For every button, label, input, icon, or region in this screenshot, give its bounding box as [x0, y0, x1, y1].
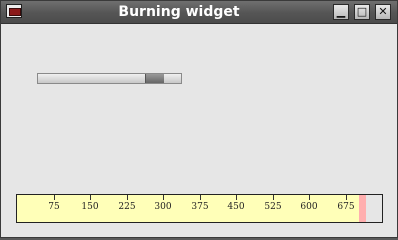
- window-content: 75 150 225 300 375 450 525 600 675: [4, 24, 394, 234]
- window-title: Burning widget: [118, 4, 240, 20]
- close-button[interactable]: ✕: [375, 4, 391, 20]
- minimize-icon: ▁: [336, 5, 346, 18]
- tick-label: 75: [48, 202, 60, 212]
- tick-mark: [309, 195, 310, 200]
- burn-empty-region: [366, 195, 382, 222]
- tick-label: 525: [264, 202, 282, 212]
- tick-label: 150: [81, 202, 99, 212]
- burning-widget: 75 150 225 300 375 450 525 600 675: [16, 194, 383, 223]
- tick-mark: [163, 195, 164, 200]
- maximize-icon: □: [356, 5, 368, 18]
- tick-label: 225: [118, 202, 136, 212]
- minimize-button[interactable]: ▁: [333, 4, 349, 20]
- tick-label: 450: [227, 202, 245, 212]
- close-icon: ✕: [378, 5, 388, 18]
- tick-label: 675: [337, 202, 355, 212]
- tick-label: 600: [300, 202, 318, 212]
- tick-mark: [346, 195, 347, 200]
- slider-thumb[interactable]: [145, 74, 164, 83]
- maximize-button[interactable]: □: [354, 4, 370, 20]
- tick-mark: [54, 195, 55, 200]
- tick-mark: [273, 195, 274, 200]
- tick-mark: [200, 195, 201, 200]
- tick-label: 375: [191, 202, 209, 212]
- horizontal-slider[interactable]: [37, 73, 182, 84]
- app-window: Burning widget ▁ □ ✕ 75 150 225 300 375 450 52…: [0, 0, 398, 238]
- tick-mark: [90, 195, 91, 200]
- tick-mark: [236, 195, 237, 200]
- title-bar[interactable]: Burning widget ▁ □ ✕: [1, 1, 397, 24]
- tick-mark: [127, 195, 128, 200]
- tick-label: 300: [154, 202, 172, 212]
